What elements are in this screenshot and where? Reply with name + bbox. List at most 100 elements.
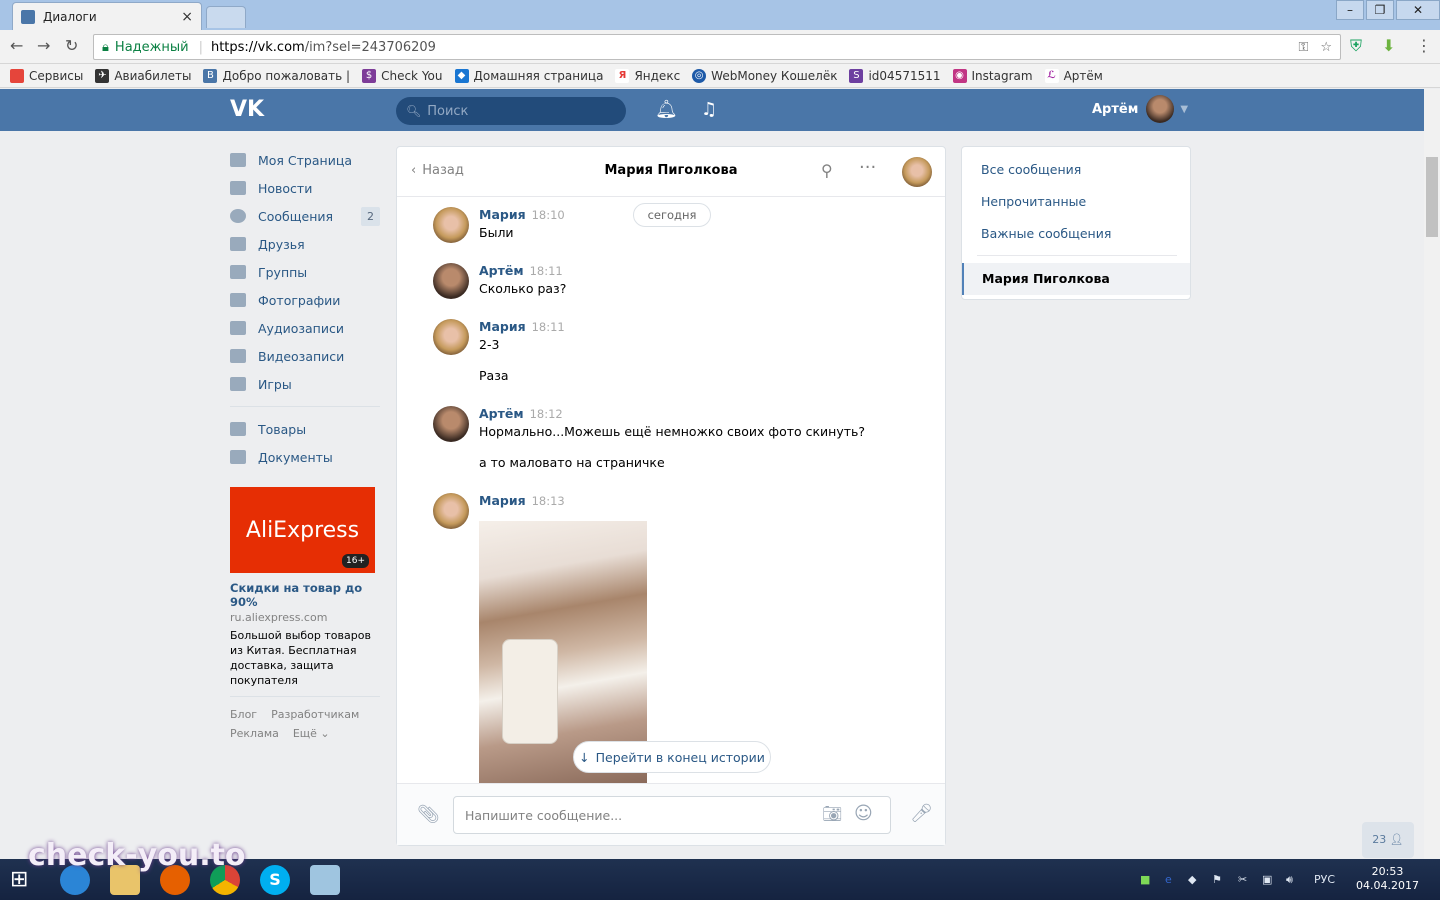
music-icon[interactable]: ♫ — [701, 99, 717, 120]
bookmark-vk-welcome[interactable]: В Добро пожаловать | — [203, 68, 350, 83]
tray-volume-icon[interactable]: 🔊︎ — [1286, 873, 1293, 887]
tray-language[interactable]: РУС — [1314, 873, 1335, 886]
skype-icon[interactable]: S — [260, 865, 290, 895]
arrow-down-icon: ↓ — [579, 749, 590, 765]
menu-item-news[interactable]: Новости — [230, 174, 380, 202]
message: Артём 18:12 Нормально...Можешь ещё немнож… — [433, 406, 865, 470]
message-avatar[interactable] — [433, 406, 469, 442]
message-text: Были — [479, 225, 514, 240]
search-icon[interactable]: ⚲ — [821, 161, 833, 180]
bookmark-check-you[interactable]: $ Check You — [362, 68, 443, 83]
filter-unread[interactable]: Непрочитанные — [981, 194, 1086, 209]
camera-icon[interactable]: 📷︎ — [822, 804, 842, 823]
menu-item-audio[interactable]: Аудиозаписи — [230, 314, 380, 342]
message-avatar[interactable] — [433, 493, 469, 529]
lock-icon: 🔒︎ — [102, 39, 109, 55]
menu-dots-icon[interactable]: ⋮ — [1416, 36, 1432, 55]
menu-item-messages[interactable]: Сообщения 2 — [230, 202, 380, 230]
message-avatar[interactable] — [433, 263, 469, 299]
key-icon[interactable]: ⚿ — [1298, 40, 1308, 55]
message-avatar[interactable] — [433, 207, 469, 243]
browser-tab[interactable]: Диалоги × — [12, 2, 202, 30]
selected-conversation[interactable]: Мария Пиголкова — [962, 263, 1190, 295]
vk-icon: В — [203, 68, 218, 83]
ad-title[interactable]: Скидки на товар до 90% — [230, 581, 380, 609]
tray-dropbox-icon[interactable]: ◆ — [1188, 873, 1196, 886]
menu-item-friends[interactable]: Друзья — [230, 230, 380, 258]
bookmark-flights[interactable]: ✈ Авиабилеты — [95, 68, 191, 83]
bookmark-services[interactable]: Сервисы — [10, 68, 83, 83]
notepad-icon[interactable] — [310, 865, 340, 895]
message-text: Сколько раз? — [479, 281, 567, 296]
user-menu[interactable]: Артём ▼ — [1092, 95, 1188, 123]
menu-item-documents[interactable]: Документы — [230, 443, 380, 471]
ad-url[interactable]: ru.aliexpress.com — [230, 611, 380, 624]
forward-arrow-icon[interactable]: → — [37, 36, 50, 55]
browser-tab-bar: Диалоги × – ❐ ✕ — [0, 0, 1440, 30]
taskbar-clock[interactable]: 20:53 04.04.2017 — [1356, 865, 1419, 893]
ad-brand: AliExpress — [245, 517, 360, 543]
emoji-icon[interactable]: ☺ — [854, 803, 873, 824]
messages-icon — [230, 209, 246, 223]
footer-dev-link[interactable]: Разработчикам — [271, 708, 359, 721]
menu-item-games[interactable]: Игры — [230, 370, 380, 398]
aliexpress-ad-banner[interactable]: AliExpress 16+ — [230, 487, 375, 573]
filter-important[interactable]: Важные сообщения — [981, 226, 1111, 241]
bookmark-instagram[interactable]: ◉ Instagram — [952, 68, 1033, 83]
menu-divider — [230, 406, 380, 407]
maximize-button[interactable]: ❐ — [1366, 0, 1394, 20]
footer-more-link[interactable]: Ещё ⌄ — [293, 727, 330, 740]
back-arrow-icon[interactable]: ← — [10, 36, 23, 55]
message-author[interactable]: Мария — [479, 319, 526, 334]
message-author[interactable]: Мария — [479, 493, 526, 508]
reload-icon[interactable]: ↻ — [65, 36, 78, 55]
menu-item-video[interactable]: Видеозаписи — [230, 342, 380, 370]
scrollbar-thumb[interactable] — [1426, 157, 1438, 237]
shield-extension-icon[interactable]: ⛨ — [1350, 36, 1362, 56]
menu-item-photos[interactable]: Фотографии — [230, 286, 380, 314]
paperclip-icon[interactable]: 📎︎ — [417, 804, 440, 825]
friends-online-button[interactable]: 23 👤︎ — [1362, 822, 1414, 858]
bookmark-id[interactable]: Sid04571511 — [849, 68, 941, 83]
download-extension-icon[interactable]: ⬇ — [1382, 36, 1395, 55]
close-window-button[interactable]: ✕ — [1396, 0, 1440, 20]
tray-tools-icon[interactable]: ✂ — [1238, 873, 1247, 886]
message-author[interactable]: Артём — [479, 406, 524, 421]
star-icon[interactable]: ☆ — [1320, 40, 1332, 55]
bell-icon[interactable]: 🔔︎ — [655, 99, 678, 120]
search-icon: 🔍︎ — [406, 104, 422, 118]
new-tab-button[interactable] — [206, 6, 246, 28]
bookmark-home[interactable]: ◆ Домашняя страница — [454, 68, 603, 83]
search-input[interactable]: 🔍︎ Поиск — [396, 97, 626, 125]
footer-ads-link[interactable]: Реклама — [230, 727, 279, 740]
bookmark-webmoney[interactable]: ◎ WebMoney Кошелёк — [692, 68, 837, 83]
companion-avatar[interactable] — [902, 157, 932, 187]
bookmark-yandex[interactable]: Я Яндекс — [615, 68, 680, 83]
vk-logo[interactable]: VK — [230, 97, 264, 122]
close-tab-icon[interactable]: × — [181, 9, 193, 25]
footer-blog-link[interactable]: Блог — [230, 708, 257, 721]
message-author[interactable]: Артём — [479, 263, 524, 278]
more-dots-icon[interactable]: ··· — [859, 157, 876, 178]
filter-all-messages[interactable]: Все сообщения — [981, 162, 1081, 177]
page-scrollbar[interactable] — [1424, 89, 1440, 859]
minimize-button[interactable]: – — [1336, 0, 1364, 20]
ad-divider — [230, 696, 380, 697]
document-icon — [230, 450, 246, 464]
microphone-icon[interactable]: 🎤︎ — [910, 803, 933, 824]
goto-end-button[interactable]: ↓ Перейти в конец истории — [573, 741, 771, 773]
filter-divider — [977, 255, 1177, 256]
menu-item-groups[interactable]: Группы — [230, 258, 380, 286]
url-text[interactable]: https://vk.com/im?sel=243706209 — [211, 40, 1298, 55]
tray-network-icon[interactable]: ▣ — [1262, 873, 1272, 886]
message-avatar[interactable] — [433, 319, 469, 355]
menu-item-my-page[interactable]: Моя Страница — [230, 146, 380, 174]
camera-icon — [230, 293, 246, 307]
address-bar[interactable]: 🔒︎ Надежный | https://vk.com/im?sel=2437… — [93, 34, 1341, 60]
bookmark-artem[interactable]: ℒ Артём — [1044, 68, 1103, 83]
message-author[interactable]: Мария — [479, 207, 526, 222]
tray-flag-icon[interactable]: ⚑ — [1212, 873, 1222, 886]
tray-e-icon[interactable]: e — [1165, 873, 1172, 886]
menu-item-goods[interactable]: Товары — [230, 415, 380, 443]
tray-green-icon[interactable]: ■ — [1140, 873, 1150, 886]
